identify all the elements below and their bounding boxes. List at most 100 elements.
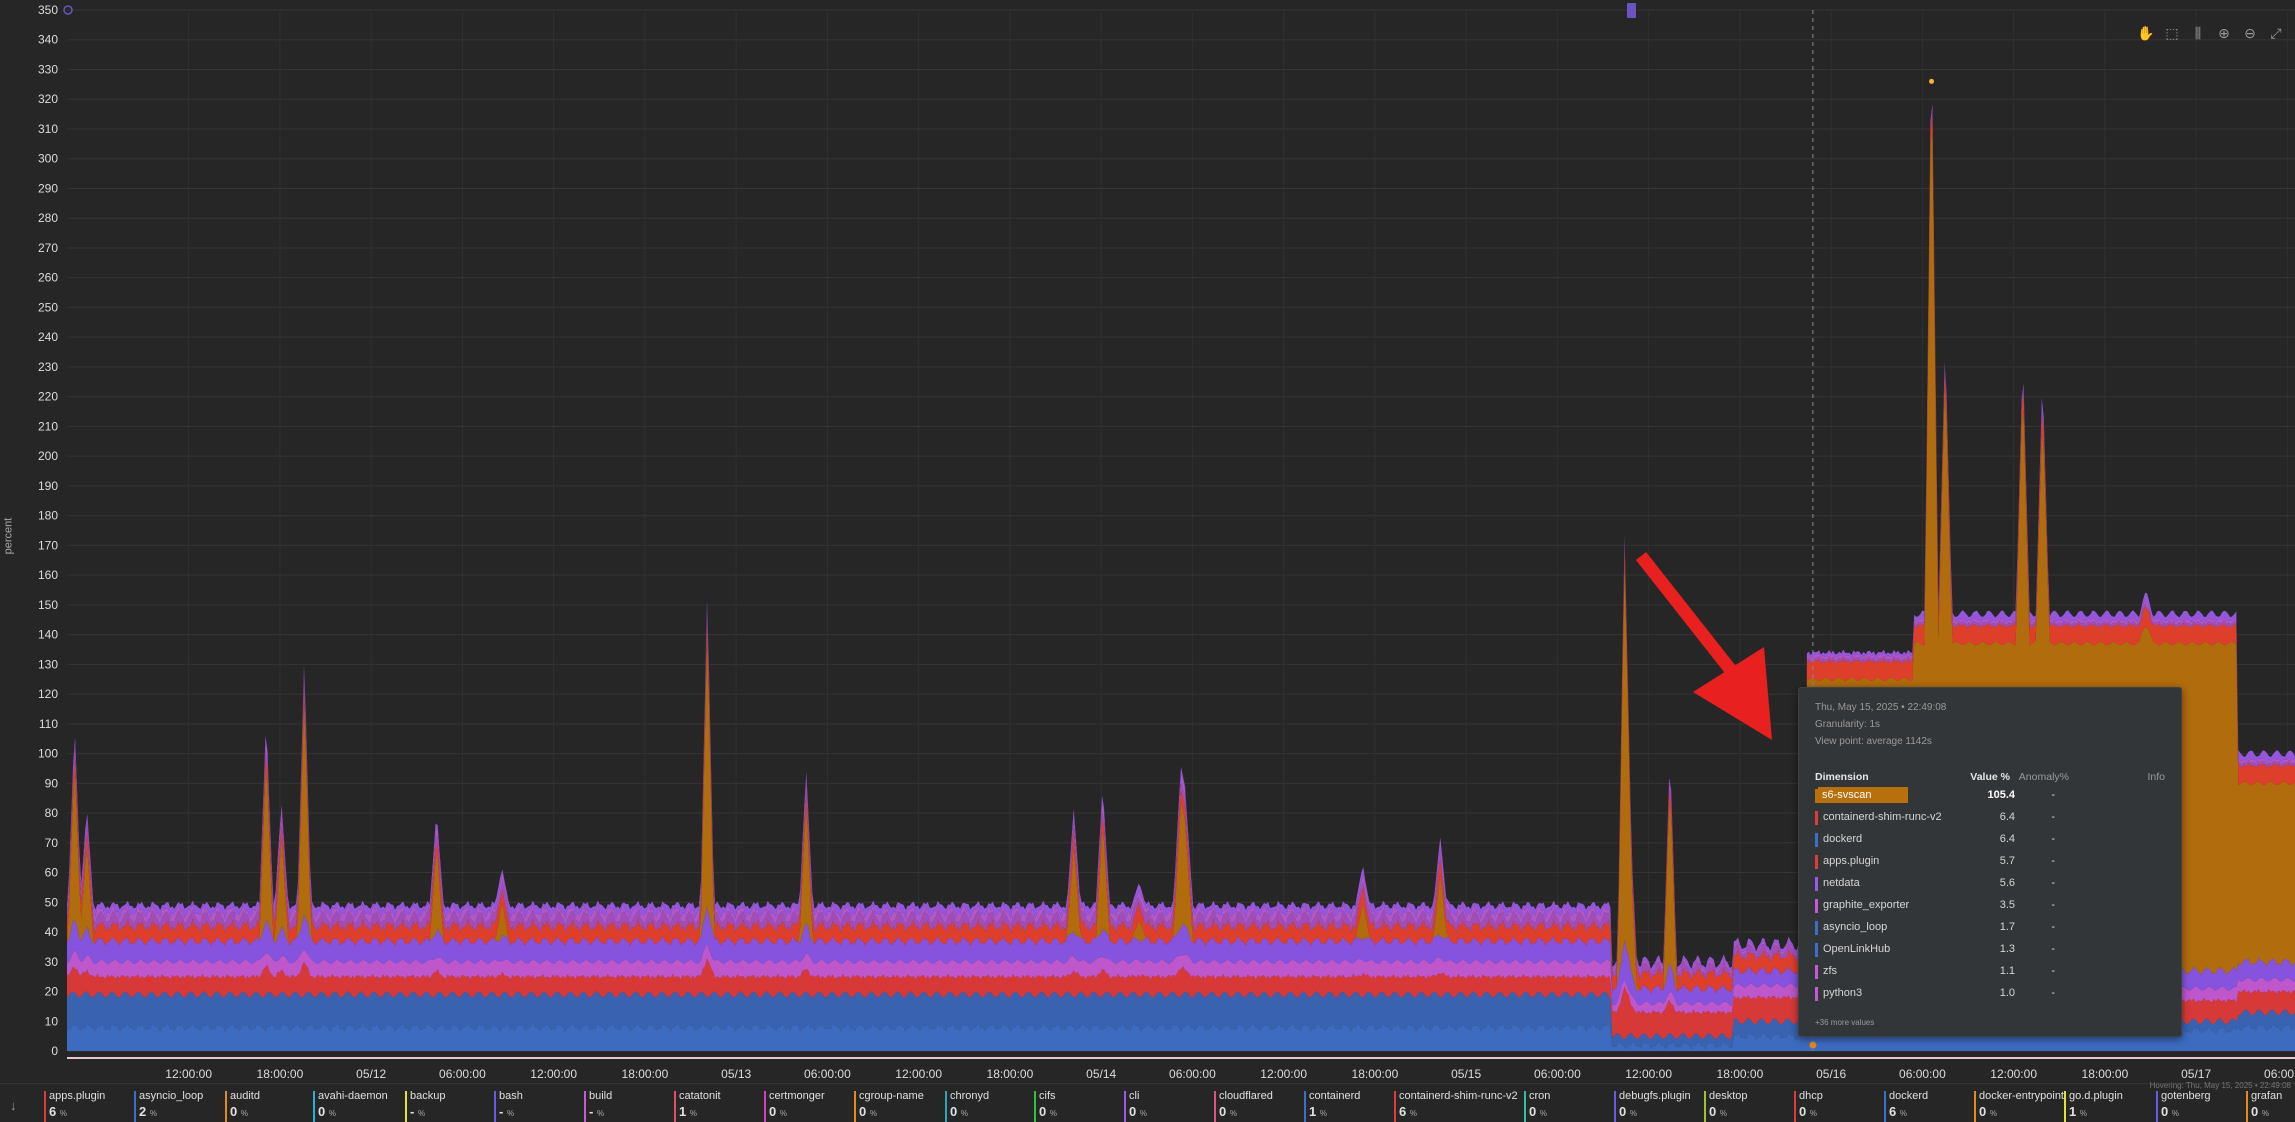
select-icon[interactable]: ⬚ <box>2163 24 2181 42</box>
y-tick-label: 50 <box>45 895 59 909</box>
legend-value: 0 % <box>318 1104 336 1119</box>
y-tick-label: 40 <box>45 925 59 939</box>
hover-point <box>1809 1041 1817 1049</box>
legend-value: 0 % <box>1529 1104 1547 1119</box>
zoom-out-icon[interactable]: ⊖ <box>2241 24 2259 42</box>
legend-value: 6 % <box>1399 1104 1417 1119</box>
dimension-icon[interactable]: ⫼ <box>2189 24 2207 42</box>
x-tick-label: 12:00:00 <box>1990 1067 2037 1081</box>
tooltip-row: graphite_exporter 3.5 - <box>1815 896 2165 916</box>
legend-color-bar <box>1614 1091 1616 1122</box>
legend-value-number: 1 <box>1309 1104 1317 1119</box>
x-tick-label: 06:00:00 <box>1534 1067 1581 1081</box>
legend-unit: % <box>2261 1109 2269 1118</box>
series-anomaly: - <box>2051 833 2055 845</box>
series-value: 1.3 <box>1999 943 2015 955</box>
y-tick-label: 100 <box>38 747 58 761</box>
legend-unit: % <box>328 1109 336 1118</box>
legend-color-bar <box>494 1091 496 1122</box>
legend-name: cgroup-name <box>859 1090 924 1102</box>
legend-value: 0 % <box>1129 1104 1147 1119</box>
legend-color-bar <box>225 1091 227 1122</box>
legend-unit: % <box>417 1109 426 1118</box>
series-anomaly: - <box>2051 943 2055 955</box>
legend-name: docker-entrypoint <box>1979 1090 2064 1102</box>
y-tick-label: 140 <box>38 628 58 642</box>
y-tick-label: 200 <box>38 449 58 463</box>
legend-value: 0 % <box>769 1104 787 1119</box>
series-swatch <box>1815 855 1818 869</box>
legend-unit: % <box>2079 1109 2087 1118</box>
arrow-down-icon[interactable]: ↓ <box>10 1098 17 1113</box>
col-info: Info <box>2147 771 2165 783</box>
legend-unit: % <box>1409 1109 1417 1118</box>
series-swatch <box>1815 811 1818 825</box>
legend-name: cloudflared <box>1219 1090 1273 1102</box>
legend-value: 6 % <box>49 1104 67 1119</box>
peak-point <box>1929 78 1935 84</box>
zoom-reset-icon[interactable]: ⤢ <box>2267 24 2285 42</box>
legend-value-number: 0 <box>1129 1104 1137 1119</box>
legend-value-number: 2 <box>139 1104 147 1119</box>
legend-value-number: 0 <box>1529 1104 1537 1119</box>
legend-value: 6 % <box>1889 1104 1907 1119</box>
legend-color-bar <box>1214 1091 1216 1122</box>
legend-name: grafan <box>2251 1090 2283 1102</box>
legend-value-number: 0 <box>1979 1104 1987 1119</box>
series-value: 5.7 <box>1999 855 2015 867</box>
chart-tooltip: Thu, May 15, 2025 • 22:49:08 Granularity… <box>1798 687 2182 1037</box>
x-axis-ticks: 12:00:00 18:00:00 05/12 06:00:00 12:00:00 18:… <box>165 1067 2295 1081</box>
legend-color-bar <box>1124 1091 1126 1122</box>
series-value: 1.0 <box>1999 987 2015 999</box>
legend-value: 1 % <box>679 1104 697 1119</box>
legend-unit: % <box>1899 1109 1907 1118</box>
pan-icon[interactable]: ✋ <box>2137 24 2155 42</box>
x-tick-label: 12:00:00 <box>1625 1067 1672 1081</box>
series-anomaly: - <box>2051 877 2055 889</box>
legend-unit: % <box>1049 1109 1057 1118</box>
zoom-in-icon[interactable]: ⊕ <box>2215 24 2233 42</box>
legend-color-bar <box>674 1091 676 1122</box>
chart-legend: ↓ apps.plugin 6 % asyncio_loop 2 % audit… <box>0 1083 2295 1122</box>
x-tick-label: 12:00:00 <box>895 1067 942 1081</box>
x-tick-label: 18:00:00 <box>1717 1067 1764 1081</box>
tooltip-row: netdata 5.6 - <box>1815 874 2165 894</box>
legend-color-bar <box>1394 1091 1396 1122</box>
y-axis-label: percent <box>2 517 15 555</box>
legend-name: chronyd <box>950 1090 990 1102</box>
series-name: asyncio_loop <box>1823 921 1888 933</box>
series-name: graphite_exporter <box>1823 899 1910 911</box>
legend-value: 0 % <box>1219 1104 1237 1119</box>
series-name: python3 <box>1823 987 1863 999</box>
legend-unit: % <box>240 1109 248 1118</box>
legend-value-number: - <box>499 1104 504 1119</box>
legend-value-number: 0 <box>950 1104 958 1119</box>
legend-value-number: 0 <box>2251 1104 2259 1119</box>
legend-value: 0 % <box>1039 1104 1057 1119</box>
legend-name: avahi-daemon <box>318 1090 388 1102</box>
legend-value-number: 0 <box>1039 1104 1047 1119</box>
legend-color-bar <box>2246 1091 2248 1122</box>
tooltip-header: Dimension Value % Anomaly% Info <box>1815 771 2165 785</box>
legend-unit: % <box>1989 1109 1997 1118</box>
y-tick-label: 90 <box>45 776 59 790</box>
tooltip-timestamp: Thu, May 15, 2025 • 22:49:08 <box>1815 702 1947 713</box>
y-tick-label: 300 <box>38 152 58 166</box>
tooltip-row: s6-svscan 105.4 - <box>1815 786 2165 806</box>
y-tick-label: 290 <box>38 181 58 195</box>
y-tick-label: 180 <box>38 509 58 523</box>
x-tick-label: 12:00:00 <box>165 1067 212 1081</box>
legend-name: apps.plugin <box>49 1090 106 1102</box>
y-tick-label: 20 <box>45 985 59 999</box>
col-dimension: Dimension <box>1815 771 1869 783</box>
legend-value-number: 1 <box>2069 1104 2077 1119</box>
legend-color-bar <box>1974 1091 1976 1122</box>
legend-unit: % <box>1229 1109 1237 1118</box>
y-tick-label: 160 <box>38 568 58 582</box>
x-tick-label: 06:00:00 <box>1169 1067 1216 1081</box>
tooltip-row: apps.plugin 5.7 - <box>1815 852 2165 872</box>
legend-color-bar <box>854 1091 856 1122</box>
legend-name: build <box>589 1090 613 1102</box>
legend-unit: % <box>149 1109 157 1118</box>
legend-unit: % <box>689 1109 697 1118</box>
